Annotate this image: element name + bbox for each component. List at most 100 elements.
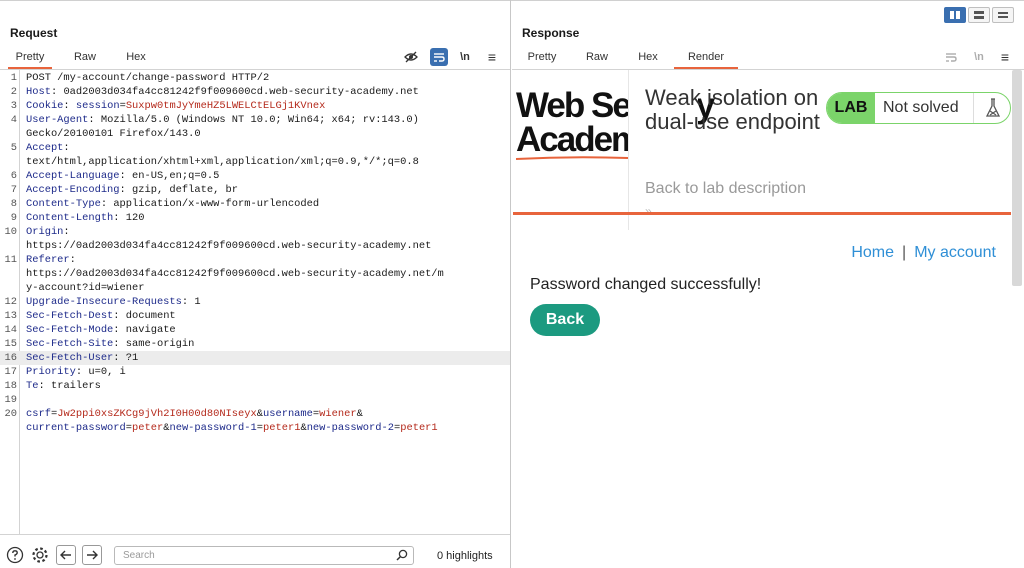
code-line[interactable]: 12 Upgrade-Insecure-Requests: 1 — [0, 295, 510, 309]
success-message: Password changed successfully! — [530, 276, 762, 293]
code-token: Accept — [26, 142, 64, 154]
code-text: Accept-Encoding: gzip, deflate, br — [26, 183, 238, 197]
forward-arrow-icon[interactable] — [82, 545, 102, 565]
wrap-lines-icon[interactable] — [942, 48, 960, 66]
code-token: https://0ad2003d034fa4cc81242f9f009600cd… — [26, 268, 444, 280]
line-number: 18 — [4, 380, 17, 392]
code-line[interactable]: 7 Accept-Encoding: gzip, deflate, br — [0, 183, 510, 197]
split-horizontal-icon[interactable] — [968, 7, 990, 23]
response-tab-pretty[interactable]: Pretty — [522, 51, 562, 69]
code-line[interactable]: 19 — [0, 393, 510, 407]
code-text: csrf=Jw2ppi0xsZKCg9jVh2I0H00d80NIseyx&us… — [26, 407, 363, 421]
settings-icon[interactable] — [30, 545, 50, 565]
request-toolbar: \n ≡ — [400, 48, 505, 66]
code-text: text/html,application/xhtml+xml,applicat… — [26, 155, 419, 169]
line-number: 15 — [4, 338, 17, 350]
code-line[interactable]: 14 Sec-Fetch-Mode: navigate — [0, 323, 510, 337]
back-to-lab-description-link[interactable]: Back to lab description — [645, 180, 806, 198]
line-number: 16 — [4, 352, 17, 364]
code-line[interactable]: 1 POST /my-account/change-password HTTP/2 — [0, 71, 510, 85]
highlights-count: 0 highlights — [437, 550, 493, 562]
newline-toggle-icon[interactable]: \n — [970, 48, 988, 66]
code-text: https://0ad2003d034fa4cc81242f9f009600cd… — [26, 239, 431, 253]
code-token: wiener — [319, 408, 357, 420]
code-token: Suxpw0tmJyYmeHZ5LWELCtELGj1KVnex — [125, 100, 326, 112]
code-token: y-account?id=wiener — [26, 282, 145, 294]
nav-my-account-link[interactable]: My account — [914, 244, 996, 261]
code-line[interactable]: 5 Accept: — [0, 141, 510, 155]
single-pane-icon[interactable] — [992, 7, 1014, 23]
code-line[interactable]: 2 Host: 0ad2003d034fa4cc81242f9f009600cd.… — [0, 85, 510, 99]
code-line[interactable]: y-account?id=wiener — [0, 281, 510, 295]
response-title: Response — [522, 26, 580, 40]
code-token: Content-Type — [26, 198, 101, 210]
code-text: Sec-Fetch-Mode: navigate — [26, 323, 176, 337]
back-arrow-icon[interactable] — [56, 545, 76, 565]
line-number: 13 — [4, 310, 17, 322]
code-token: : — [181, 296, 195, 308]
hide-eye-icon[interactable] — [402, 48, 420, 66]
code-token: ?1 — [125, 352, 139, 364]
back-button[interactable]: Back — [530, 304, 600, 336]
newline-toggle-icon[interactable]: \n — [456, 48, 474, 66]
split-vertical-icon[interactable] — [944, 7, 966, 23]
code-line[interactable]: 11 Referer: — [0, 253, 510, 267]
code-line[interactable]: text/html,application/xhtml+xml,applicat… — [0, 155, 510, 169]
help-icon[interactable] — [5, 545, 25, 565]
request-editor[interactable]: 1 POST /my-account/change-password HTTP/2… — [0, 70, 510, 535]
code-token: Sec-Fetch-Site — [26, 338, 114, 350]
code-line[interactable]: Gecko/20100101 Firefox/143.0 — [0, 127, 510, 141]
code-line[interactable]: 4 User-Agent: Mozilla/5.0 (Windows NT 10.… — [0, 113, 510, 127]
menu-icon[interactable]: ≡ — [483, 48, 501, 66]
code-line[interactable]: current-password=peter&new-password-1=pe… — [0, 421, 510, 435]
code-token: : — [113, 212, 126, 224]
code-text: Te: trailers — [26, 379, 101, 393]
code-line[interactable]: 3 Cookie: session=Suxpw0tmJyYmeHZ5LWELCtE… — [0, 99, 510, 113]
code-line[interactable]: 15 Sec-Fetch-Site: same-origin — [0, 337, 510, 351]
response-tab-render[interactable]: Render — [674, 51, 738, 69]
code-line[interactable]: 16 Sec-Fetch-User: ?1 — [0, 351, 510, 365]
menu-icon[interactable]: ≡ — [996, 48, 1014, 66]
code-line[interactable]: 17 Priority: u=0, i — [0, 365, 510, 379]
code-line[interactable]: 9 Content-Length: 120 — [0, 211, 510, 225]
code-line[interactable]: 18 Te: trailers — [0, 379, 510, 393]
code-token: : — [113, 338, 126, 350]
code-line[interactable]: https://0ad2003d034fa4cc81242f9f009600cd… — [0, 239, 510, 253]
code-token: Upgrade-Insecure-Requests — [26, 296, 182, 308]
request-tab-hex[interactable]: Hex — [122, 51, 150, 69]
code-line[interactable]: https://0ad2003d034fa4cc81242f9f009600cd… — [0, 267, 510, 281]
response-tab-hex[interactable]: Hex — [634, 51, 662, 69]
nav-home-link[interactable]: Home — [851, 244, 894, 261]
code-token: : — [63, 226, 70, 238]
search-icon[interactable] — [393, 546, 411, 564]
code-token: : — [50, 86, 64, 98]
code-token: application/x-www-form-urlencoded — [113, 198, 320, 210]
code-token: Origin — [26, 226, 64, 238]
line-number: 3 — [10, 100, 17, 112]
line-number: 8 — [10, 198, 17, 210]
code-token: Host — [26, 86, 51, 98]
code-line[interactable]: 20 csrf=Jw2ppi0xsZKCg9jVh2I0H00d80NIseyx&… — [0, 407, 510, 421]
search-input[interactable]: Search — [114, 546, 414, 565]
request-pane: Request Pretty Raw Hex \n ≡ 1 POST /my-ac… — [0, 0, 511, 568]
response-tab-raw[interactable]: Raw — [582, 51, 612, 69]
wrap-lines-icon[interactable] — [430, 48, 448, 66]
code-line[interactable]: 13 Sec-Fetch-Dest: document — [0, 309, 510, 323]
request-tab-raw[interactable]: Raw — [70, 51, 100, 69]
code-token: : — [119, 170, 133, 182]
code-line[interactable]: 8 Content-Type: application/x-www-form-ur… — [0, 197, 510, 211]
line-number: 7 — [10, 184, 17, 196]
code-token: u=0, i — [88, 366, 126, 378]
code-token: trailers — [50, 380, 101, 392]
response-toolbar: \n ≡ — [942, 48, 1022, 66]
line-number: 4 — [10, 114, 17, 126]
request-tab-pretty[interactable]: Pretty — [8, 51, 52, 69]
code-line[interactable]: 6 Accept-Language: en-US,en;q=0.5 — [0, 169, 510, 183]
code-line[interactable]: 10 Origin: — [0, 225, 510, 239]
render-scrollbar[interactable] — [1012, 70, 1022, 286]
lab-status-badge: LAB Not solved — [826, 92, 1011, 124]
line-number: 12 — [4, 296, 17, 308]
layout-toggles — [944, 7, 1016, 25]
header-rule — [513, 212, 1011, 215]
code-token: en-US,en;q=0.5 — [132, 170, 220, 182]
